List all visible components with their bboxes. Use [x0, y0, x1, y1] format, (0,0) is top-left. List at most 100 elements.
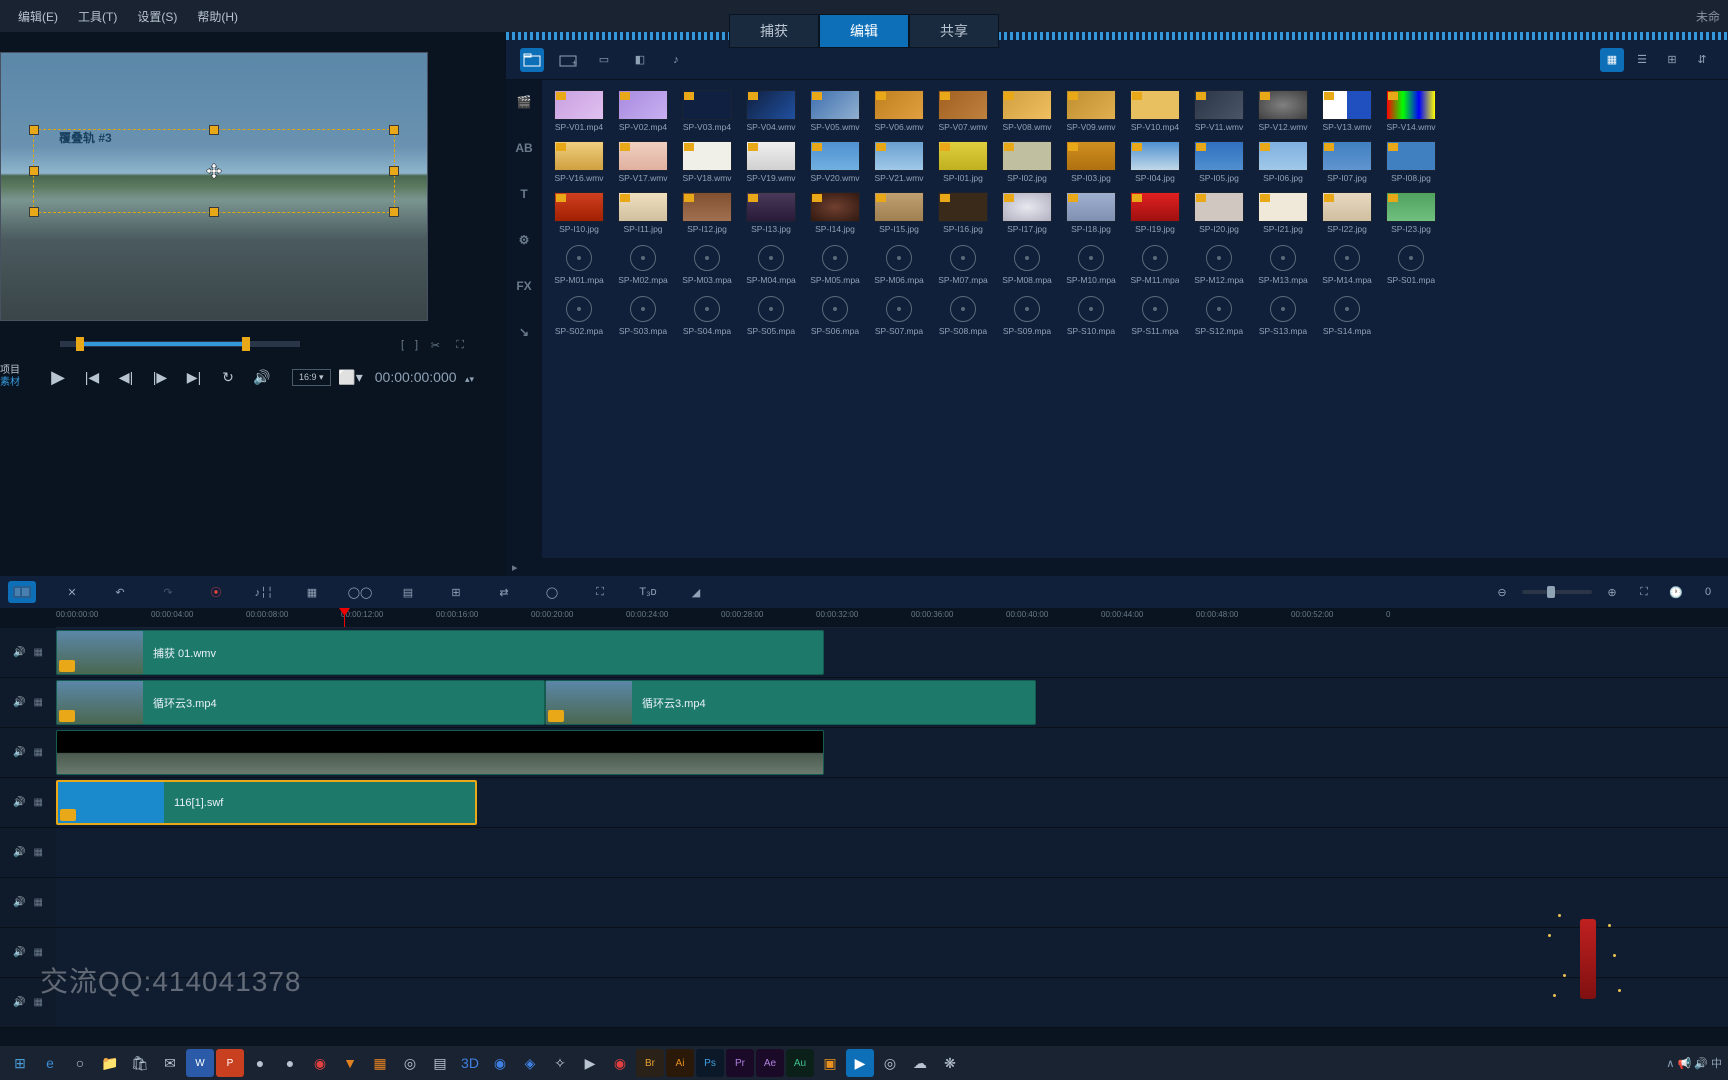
track-lane[interactable] [56, 928, 1728, 977]
zoom-out-icon[interactable]: ⊖ [1490, 580, 1514, 604]
lock-icon[interactable]: ▦ [34, 797, 43, 808]
aspect-ratio[interactable]: 16:9 ▾ [292, 369, 331, 386]
pr-icon[interactable]: Pr [726, 1049, 754, 1077]
mute-icon[interactable]: 🔊 [13, 647, 25, 658]
library-item[interactable]: SP-V10.mp4 [1126, 90, 1184, 135]
mask-icon[interactable]: ◯ [540, 580, 564, 604]
library-item[interactable]: SP-I21.jpg [1254, 192, 1312, 237]
lib-category-transition[interactable]: AB [512, 136, 536, 160]
library-item[interactable]: SP-S02.mpa [550, 294, 608, 339]
lib-category-text[interactable]: T [512, 182, 536, 206]
menu-0[interactable]: 编辑(E) [8, 4, 68, 29]
resize-icon[interactable]: ⬜▾ [337, 363, 365, 391]
view-grid-icon[interactable]: ⊞ [1660, 48, 1684, 72]
library-item[interactable]: SP-V05.wmv [806, 90, 864, 135]
store-icon[interactable]: 🛍 [126, 1049, 154, 1077]
trim-out-handle[interactable] [242, 337, 250, 351]
app-icon-12[interactable]: ▶ [576, 1049, 604, 1077]
library-item[interactable]: SP-S10.mpa [1062, 294, 1120, 339]
app-icon-15[interactable]: ◎ [876, 1049, 904, 1077]
tool-wrench-icon[interactable]: ✕ [60, 580, 84, 604]
library-item[interactable]: SP-V01.mp4 [550, 90, 608, 135]
app-icon-7[interactable]: ▤ [426, 1049, 454, 1077]
paint-icon[interactable]: ◢ [684, 580, 708, 604]
mute-icon[interactable]: 🔊 [13, 697, 25, 708]
record-button[interactable]: ⦿ [204, 580, 228, 604]
library-item[interactable]: SP-V08.wmv [998, 90, 1056, 135]
app-icon-10[interactable]: ◈ [516, 1049, 544, 1077]
menu-1[interactable]: 工具(T) [68, 4, 127, 29]
lock-icon[interactable]: ▦ [34, 697, 43, 708]
lib-video-icon[interactable]: ▭ [592, 48, 616, 72]
app-icon-9[interactable]: ◉ [486, 1049, 514, 1077]
track-lane[interactable] [56, 978, 1728, 1027]
audio-mixer-icon[interactable]: ♪╎╎ [252, 580, 276, 604]
app-icon-1[interactable]: ● [246, 1049, 274, 1077]
library-item[interactable]: SP-S01.mpa [1382, 243, 1440, 288]
videostudio-icon[interactable]: ▶ [846, 1049, 874, 1077]
library-item[interactable]: SP-M13.mpa [1254, 243, 1312, 288]
timecode[interactable]: 00:00:00:000 ▴▾ [375, 369, 474, 386]
track-lane[interactable] [56, 828, 1728, 877]
next-frame-button[interactable]: |▶ [146, 363, 174, 391]
ae-icon[interactable]: Ae [756, 1049, 784, 1077]
start-icon[interactable]: ⊞ [6, 1049, 34, 1077]
lib-category-path[interactable]: ↘ [512, 320, 536, 344]
ppt-icon[interactable]: P [216, 1049, 244, 1077]
word-icon[interactable]: W [186, 1049, 214, 1077]
library-item[interactable]: SP-V19.wmv [742, 141, 800, 186]
mode-tab-0[interactable]: 捕获 [729, 14, 819, 48]
library-item[interactable]: SP-S05.mpa [742, 294, 800, 339]
sort-icon[interactable]: ⇵ [1690, 48, 1714, 72]
zoom-in-icon[interactable]: ⊕ [1600, 580, 1624, 604]
redo-button[interactable]: ↷ [156, 580, 180, 604]
library-item[interactable]: SP-S14.mpa [1318, 294, 1376, 339]
mode-tab-1[interactable]: 编辑 [819, 14, 909, 48]
library-item[interactable]: SP-S13.mpa [1254, 294, 1312, 339]
undo-button[interactable]: ↶ [108, 580, 132, 604]
library-item[interactable]: SP-M14.mpa [1318, 243, 1376, 288]
lib-category-media[interactable]: 🎬 [512, 90, 536, 114]
library-item[interactable]: SP-S04.mpa [678, 294, 736, 339]
play-button[interactable]: ▶ [44, 363, 72, 391]
app-icon-17[interactable]: ❋ [936, 1049, 964, 1077]
library-item[interactable]: SP-I11.jpg [614, 192, 672, 237]
multi-trim-icon[interactable]: ◯◯ [348, 580, 372, 604]
ps-icon[interactable]: Ps [696, 1049, 724, 1077]
library-item[interactable]: SP-M04.mpa [742, 243, 800, 288]
library-item[interactable]: SP-V09.wmv [1062, 90, 1120, 135]
preview-video[interactable]: 覆叠轨 #3 [0, 52, 428, 321]
library-item[interactable]: SP-M03.mpa [678, 243, 736, 288]
library-item[interactable]: SP-V13.wmv [1318, 90, 1376, 135]
home-button[interactable]: |◀ [78, 363, 106, 391]
track-lane[interactable]: 捕获 01.wmv [56, 628, 1728, 677]
timeline-clip[interactable]: 捕获 01.wmv [56, 630, 824, 675]
library-item[interactable]: SP-V03.mp4 [678, 90, 736, 135]
library-item[interactable]: SP-I04.jpg [1126, 141, 1184, 186]
lib-category-filter[interactable]: FX [512, 274, 536, 298]
library-item[interactable]: SP-V16.wmv [550, 141, 608, 186]
library-item[interactable]: SP-I06.jpg [1254, 141, 1312, 186]
trim-in-handle[interactable] [76, 337, 84, 351]
library-item[interactable]: SP-I19.jpg [1126, 192, 1184, 237]
library-item[interactable]: SP-V17.wmv [614, 141, 672, 186]
library-item[interactable]: SP-V11.wmv [1190, 90, 1248, 135]
timer-icon[interactable]: 🕐 [1664, 580, 1688, 604]
library-item[interactable]: SP-M01.mpa [550, 243, 608, 288]
cortana-icon[interactable]: ○ [66, 1049, 94, 1077]
menu-3[interactable]: 帮助(H) [187, 4, 248, 29]
lock-icon[interactable]: ▦ [34, 947, 43, 958]
library-item[interactable]: SP-S07.mpa [870, 294, 928, 339]
library-item[interactable]: SP-I15.jpg [870, 192, 928, 237]
markout-icon[interactable]: ] [415, 339, 418, 351]
library-item[interactable]: SP-M12.mpa [1190, 243, 1248, 288]
library-item[interactable]: SP-V07.wmv [934, 90, 992, 135]
app-icon-5[interactable]: ▦ [366, 1049, 394, 1077]
lib-category-graphics[interactable]: ⚙ [512, 228, 536, 252]
library-item[interactable]: SP-I01.jpg [934, 141, 992, 186]
library-item[interactable]: SP-V18.wmv [678, 141, 736, 186]
split-screen-icon[interactable]: ⊞ [444, 580, 468, 604]
lib-image-icon[interactable]: ◧ [628, 48, 652, 72]
volume-button[interactable]: 🔊 [248, 363, 276, 391]
library-item[interactable]: SP-I07.jpg [1318, 141, 1376, 186]
